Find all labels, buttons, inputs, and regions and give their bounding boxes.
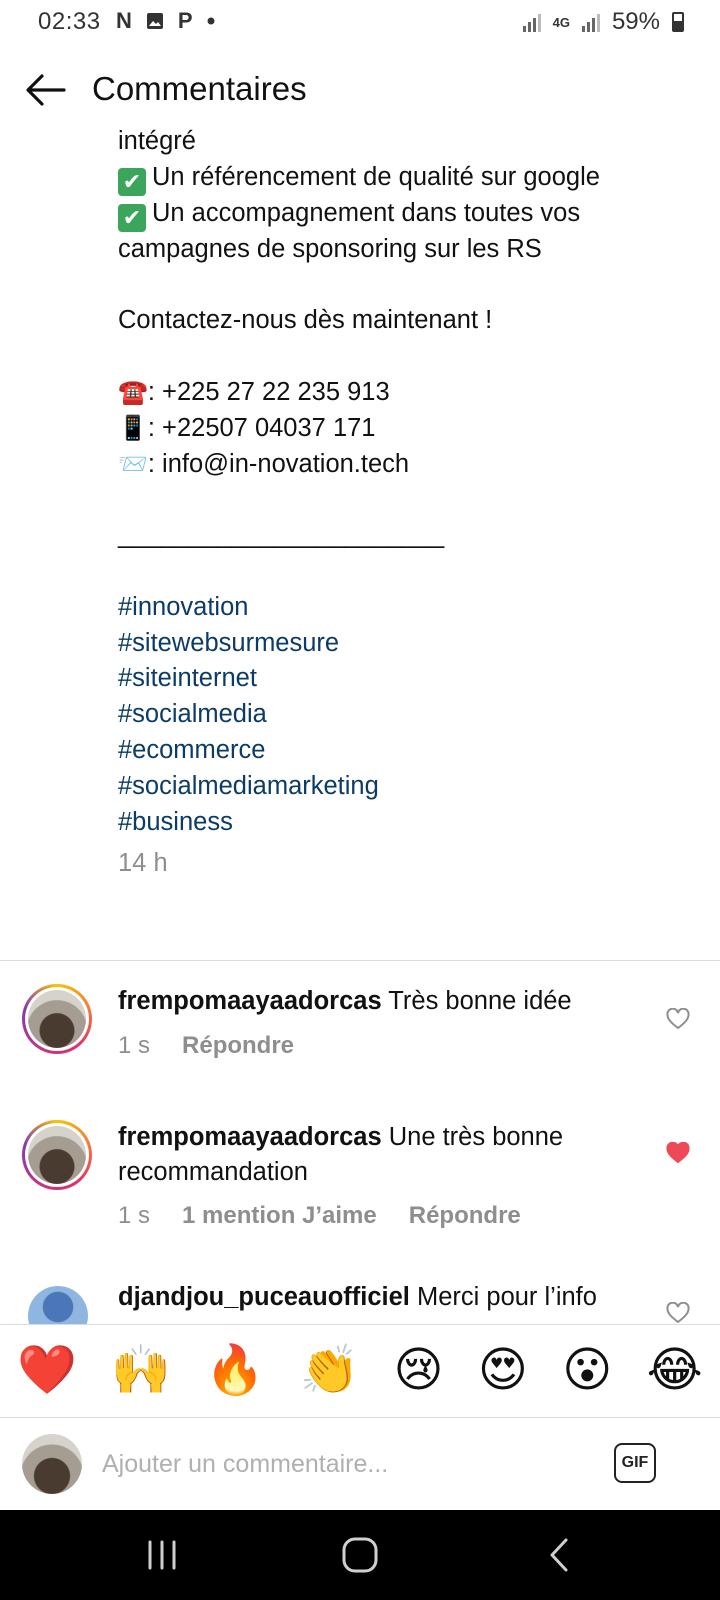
caption-line: ✔ Un référencement de qualité sur google (118, 160, 678, 196)
comment-username[interactable]: djandjou_puceauofficiel (118, 1283, 410, 1311)
back-nav-icon[interactable] (530, 1530, 590, 1580)
check-mark-icon: ✔ (118, 167, 146, 196)
comment-age: 1 s (118, 1202, 151, 1229)
system-navigation-bar (0, 1510, 720, 1600)
red-heart-emoji-button[interactable]: ❤️ (17, 1343, 77, 1399)
gallery-icon (146, 13, 163, 29)
comment-age: 1 s (118, 1032, 151, 1059)
status-bar: 02:33 N P 4G 59% (0, 0, 720, 46)
avatar (22, 1434, 82, 1494)
hashtag-link[interactable]: #siteinternet (118, 661, 678, 697)
hashtag-link[interactable]: #sitewebsurmesure (118, 626, 678, 662)
heart-eyes-emoji-button[interactable]: 😍 (478, 1343, 528, 1399)
fire-emoji-button[interactable]: 🔥 (205, 1343, 265, 1399)
post-age: 14 h (118, 849, 168, 878)
caption-email: 📨: info@in-novation.tech (118, 449, 410, 478)
mobile-phone-icon: 📱 (118, 414, 148, 442)
reply-button[interactable]: Répondre (182, 1032, 294, 1060)
emoji-reaction-bar: ❤️ 🙌 🔥 👏 😢 😍 😮 😂 (0, 1324, 720, 1418)
telephone-icon: ☎️ (118, 378, 148, 406)
battery-percent: 59% (611, 8, 660, 35)
heart-icon[interactable] (666, 1008, 690, 1030)
status-time: 02:33 (38, 8, 101, 35)
caption-separator: _______________________ (118, 521, 445, 550)
signal-icon (522, 12, 541, 32)
caption-contact: Contactez-nous dès maintenant ! (118, 306, 493, 335)
hashtag-link[interactable]: #ecommerce (118, 733, 678, 769)
hashtag-link[interactable]: #business (118, 805, 678, 841)
hashtag-link[interactable]: #socialmediamarketing (118, 769, 678, 805)
heart-filled-icon[interactable] (666, 1142, 690, 1164)
raising-hands-emoji-button[interactable]: 🙌 (111, 1343, 171, 1399)
comment-username[interactable]: frempomaayaadorcas (118, 1123, 382, 1151)
battery-icon (672, 12, 684, 32)
back-arrow-icon[interactable] (22, 66, 70, 114)
notification-n-icon: N (116, 8, 132, 33)
hashtag-link[interactable]: #innovation (118, 590, 678, 626)
caption-mobile: 📱: +22507 04037 171 (118, 413, 376, 442)
divider (0, 960, 720, 961)
heart-icon[interactable] (666, 1302, 690, 1324)
crying-face-emoji-button[interactable]: 😢 (394, 1343, 444, 1399)
comment-item: djandjou_puceauofficiel Merci pour l’inf… (0, 1276, 720, 1324)
comment-text: Très bonne idée (388, 987, 572, 1015)
page-title: Commentaires (92, 70, 307, 107)
envelope-icon: 📨 (118, 450, 148, 478)
check-mark-icon: ✔ (118, 203, 146, 232)
dot-icon (207, 17, 215, 25)
tears-of-joy-emoji-button[interactable]: 😂 (647, 1343, 703, 1399)
comment-username[interactable]: frempomaayaadorcas (118, 987, 382, 1015)
reply-button[interactable]: Répondre (409, 1202, 521, 1230)
caption-phone: ☎️: +225 27 22 235 913 (118, 377, 390, 406)
header: Commentaires (0, 58, 720, 122)
notification-icons: N P (116, 8, 215, 34)
avatar[interactable] (22, 984, 92, 1054)
hashtag-link[interactable]: #socialmedia (118, 697, 678, 733)
clapping-hands-emoji-button[interactable]: 👏 (299, 1343, 359, 1399)
home-icon[interactable] (330, 1530, 390, 1580)
avatar[interactable] (28, 1286, 88, 1324)
likes-count-link[interactable]: 1 mention J’aime (182, 1202, 377, 1230)
surprised-face-emoji-button[interactable]: 😮 (562, 1343, 612, 1399)
signal-icon-2 (581, 12, 600, 32)
caption-line: ✔ Un accompagnement dans toutes vos campa… (118, 198, 581, 263)
caption-line: intégré (118, 127, 196, 155)
comment-composer: GIF (0, 1420, 720, 1510)
recent-apps-icon[interactable] (132, 1530, 192, 1580)
post-caption: intégré ✔ Un référencement de qualité sur… (118, 124, 678, 882)
comment-input[interactable] (100, 1440, 584, 1488)
comment-text: Merci pour l’info (416, 1283, 597, 1311)
gif-button[interactable]: GIF (614, 1443, 656, 1483)
network-type: 4G (552, 14, 570, 30)
notification-p-icon: P (177, 8, 193, 33)
avatar[interactable] (22, 1120, 92, 1190)
